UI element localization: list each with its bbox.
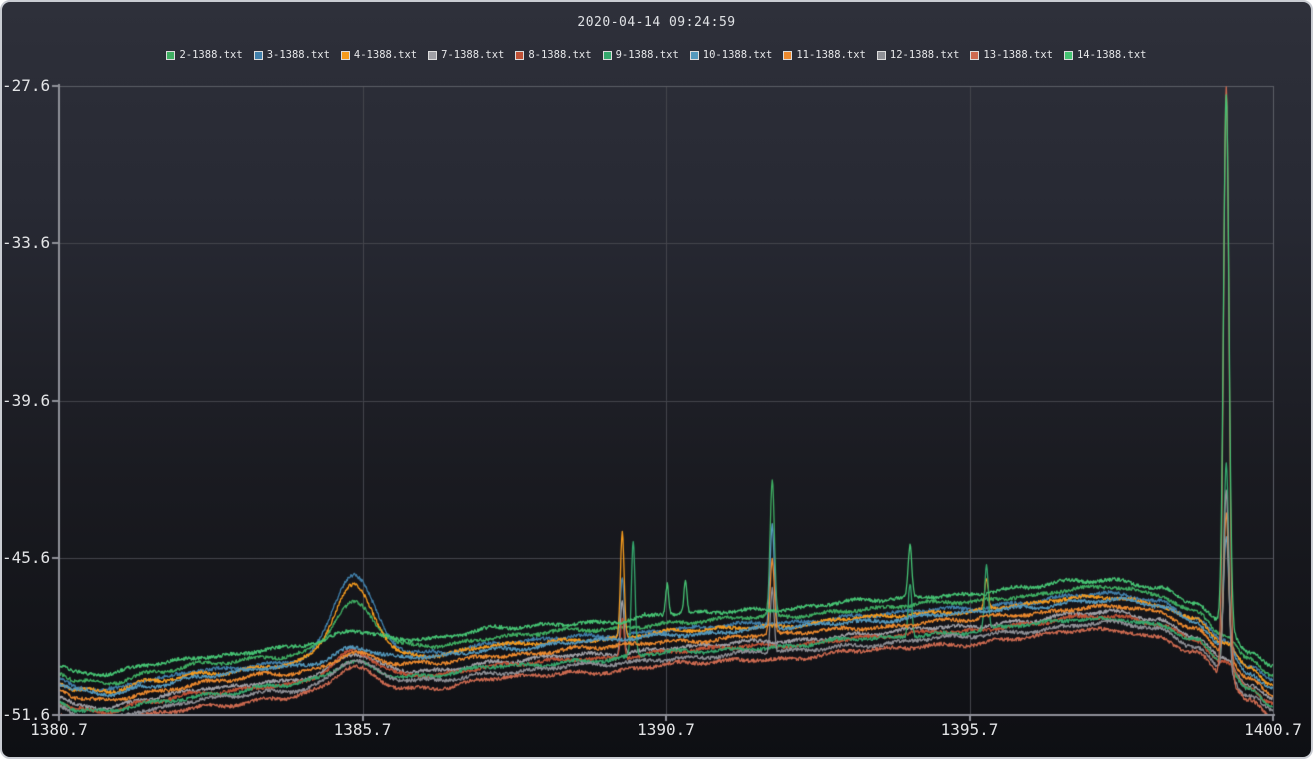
y-axis-tick-label: -45.6 <box>2 549 50 567</box>
app-window: 2020-04-14 09:24:59 2-1388.txt3-1388.txt… <box>0 0 1313 759</box>
y-axis-tick-label: -33.6 <box>2 234 50 252</box>
x-axis-tick-label: 1395.7 <box>941 721 999 739</box>
y-axis-tick-label: -39.6 <box>2 392 50 410</box>
x-axis-tick-label: 1385.7 <box>334 721 392 739</box>
y-axis-tick-label: -51.6 <box>2 706 50 724</box>
x-axis-tick-label: 1400.7 <box>1244 721 1302 739</box>
y-axis-tick-label: -27.6 <box>2 77 50 95</box>
x-axis-tick-label: 1390.7 <box>637 721 695 739</box>
spectrum-chart-canvas[interactable] <box>2 2 1311 757</box>
